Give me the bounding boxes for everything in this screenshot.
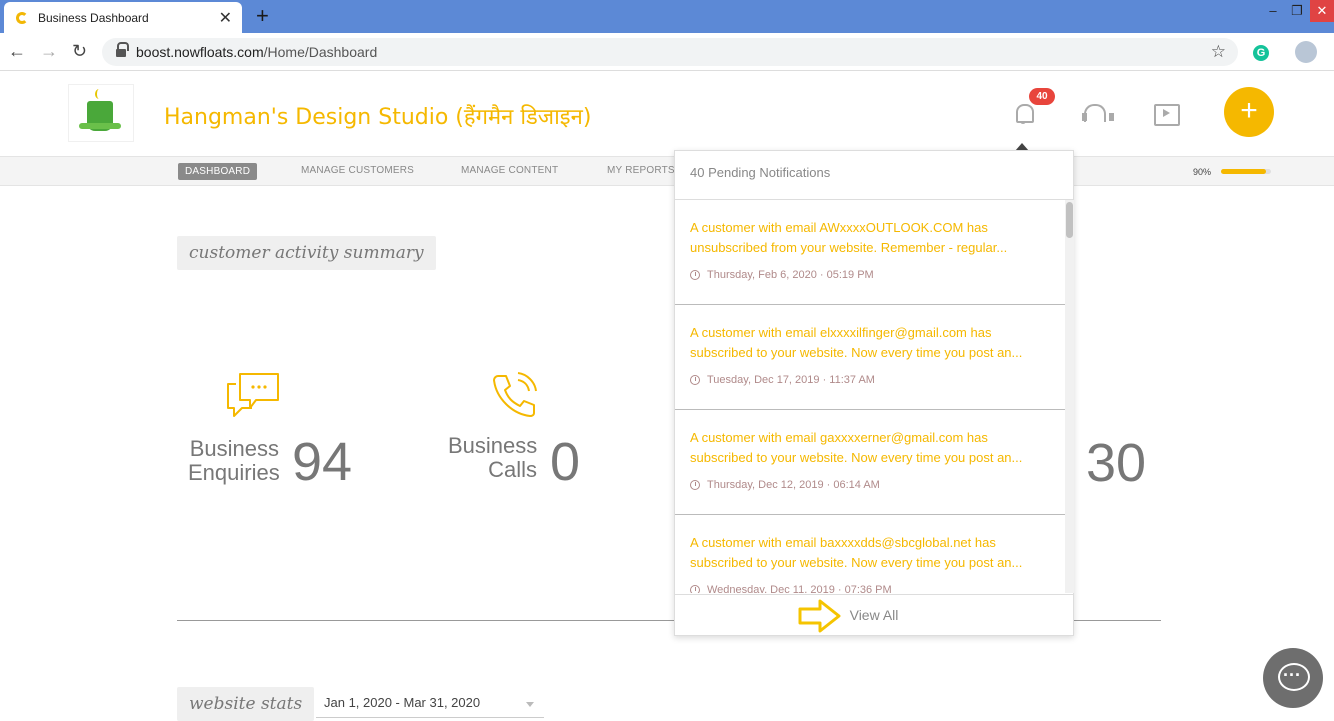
stat-label-enquiries-line1: Business [189,436,279,461]
stat-value-calls[interactable]: 0 [550,434,580,490]
sub-navigation: DASHBOARD MANAGE CUSTOMERS MANAGE CONTEN… [0,156,1334,186]
notification-item[interactable]: A customer with email baxxxxdds@sbcgloba… [675,515,1065,593]
notifications-dropdown: 40 Pending Notifications A customer with… [674,150,1074,636]
browser-tab[interactable]: Business Dashboard ✕ [4,2,242,33]
forward-icon[interactable]: → [40,41,58,61]
chat-bubbles-icon [227,373,279,417]
notification-time-text: Thursday, Dec 12, 2019 · 06:14 AM [707,479,880,491]
business-name[interactable]: Hangman's Design Studio (हैंगमैन डिजाइन) [164,101,591,131]
clock-icon [690,585,700,593]
nav-manage-customers[interactable]: MANAGE CUSTOMERS [301,165,414,176]
notifications-list[interactable]: A customer with email AWxxxxOUTLOOK.COM … [675,200,1065,593]
add-button[interactable]: + [1224,87,1274,137]
stat-label-enquiries: Business Enquiries [188,436,280,485]
stat-label-calls: Business Calls [448,434,537,482]
reload-icon[interactable]: ↻ [72,41,87,61]
browser-tab-strip: Business Dashboard ✕ + – ❐ ✕ [0,0,1334,33]
notification-item[interactable]: A customer with email elxxxxilfinger@gma… [675,305,1065,410]
profile-completion-bar [1221,169,1271,174]
scrollbar-thumb[interactable] [1066,202,1073,238]
nav-manage-content[interactable]: MANAGE CONTENT [461,165,558,176]
section-title-website-stats: website stats [177,687,315,721]
tab-close-icon[interactable]: ✕ [219,8,232,28]
notification-time: Thursday, Feb 6, 2020 · 05:19 PM [690,269,1050,281]
notifications-header: 40 Pending Notifications [675,151,1073,200]
notification-text: A customer with email elxxxxilfinger@gma… [690,325,1023,360]
video-tutorial-icon[interactable] [1154,102,1180,126]
restore-icon[interactable]: ❐ [1284,0,1310,22]
logo-cup [79,101,121,131]
headset-icon[interactable] [1082,102,1114,126]
nav-dashboard[interactable]: DASHBOARD [178,163,258,180]
date-range-select[interactable]: Jan 1, 2020 - Mar 31, 2020 [316,690,544,718]
notification-time: Tuesday, Dec 17, 2019 · 11:37 AM [690,374,1050,386]
back-icon[interactable]: ← [8,41,26,61]
tab-title: Business Dashboard [38,10,149,25]
app-header: Hangman's Design Studio (हैंगमैन डिजाइन)… [0,72,1334,156]
notification-time-text: Tuesday, Dec 17, 2019 · 11:37 AM [707,374,875,386]
notification-time-text: Wednesday, Dec 11, 2019 · 07:36 PM [707,584,892,593]
notification-text: A customer with email baxxxxdds@sbcgloba… [690,535,1023,570]
notification-item[interactable]: A customer with email AWxxxxOUTLOOK.COM … [675,200,1065,305]
grammarly-extension-icon[interactable]: G [1253,45,1269,61]
chevron-down-icon [526,702,534,707]
bookmark-star-icon[interactable]: ☆ [1211,42,1226,62]
logo-steam [95,89,103,99]
clock-icon [690,270,700,280]
profile-avatar[interactable] [1295,41,1317,63]
notification-time-text: Thursday, Feb 6, 2020 · 05:19 PM [707,269,874,281]
url-input[interactable]: boost.nowfloats.com/Home/Dashboard ☆ [102,38,1238,66]
clock-icon [690,375,700,385]
url-path: /Home/Dashboard [263,44,378,60]
business-logo[interactable] [68,84,134,142]
notification-text: A customer with email AWxxxxOUTLOOK.COM … [690,220,1008,255]
notification-item[interactable]: A customer with email gaxxxxerner@gmail.… [675,410,1065,515]
notification-time: Wednesday, Dec 11, 2019 · 07:36 PM [690,584,1050,593]
chat-support-button[interactable] [1263,648,1323,708]
bell-icon[interactable] [1012,102,1036,126]
stat-label-enquiries-line2: Enquiries [188,460,280,485]
stat-value-enquiries[interactable]: 94 [292,434,352,490]
new-tab-icon[interactable]: + [256,4,269,28]
date-range-value: Jan 1, 2020 - Mar 31, 2020 [324,695,481,710]
stat-label-calls-line1: Business [448,433,538,458]
stat-value-third[interactable]: 30 [1086,435,1146,491]
notification-time: Thursday, Dec 12, 2019 · 06:14 AM [690,479,1050,491]
phone-icon [493,372,537,417]
address-bar-row: ← → ↻ boost.nowfloats.com/Home/Dashboard… [0,33,1334,71]
section-title-activity: customer activity summary [177,236,436,270]
annotation-arrow-icon [798,599,841,633]
notification-count-badge: 40 [1029,88,1055,105]
notifications-scrollbar[interactable] [1065,200,1074,593]
clock-icon [690,480,700,490]
window-close-icon[interactable]: ✕ [1310,0,1334,22]
minimize-icon[interactable]: – [1260,0,1286,22]
stat-label-calls-line2: Calls [488,457,537,482]
profile-completion-fill [1221,169,1266,174]
profile-completion-label: 90% [1193,167,1212,177]
view-all-button[interactable]: View All [675,594,1073,636]
url-domain: boost.nowfloats.com [136,44,264,60]
lock-icon [116,42,129,58]
favicon-icon [16,11,28,24]
notification-text: A customer with email gaxxxxerner@gmail.… [690,430,1023,465]
nav-my-reports[interactable]: MY REPORTS [607,165,675,176]
